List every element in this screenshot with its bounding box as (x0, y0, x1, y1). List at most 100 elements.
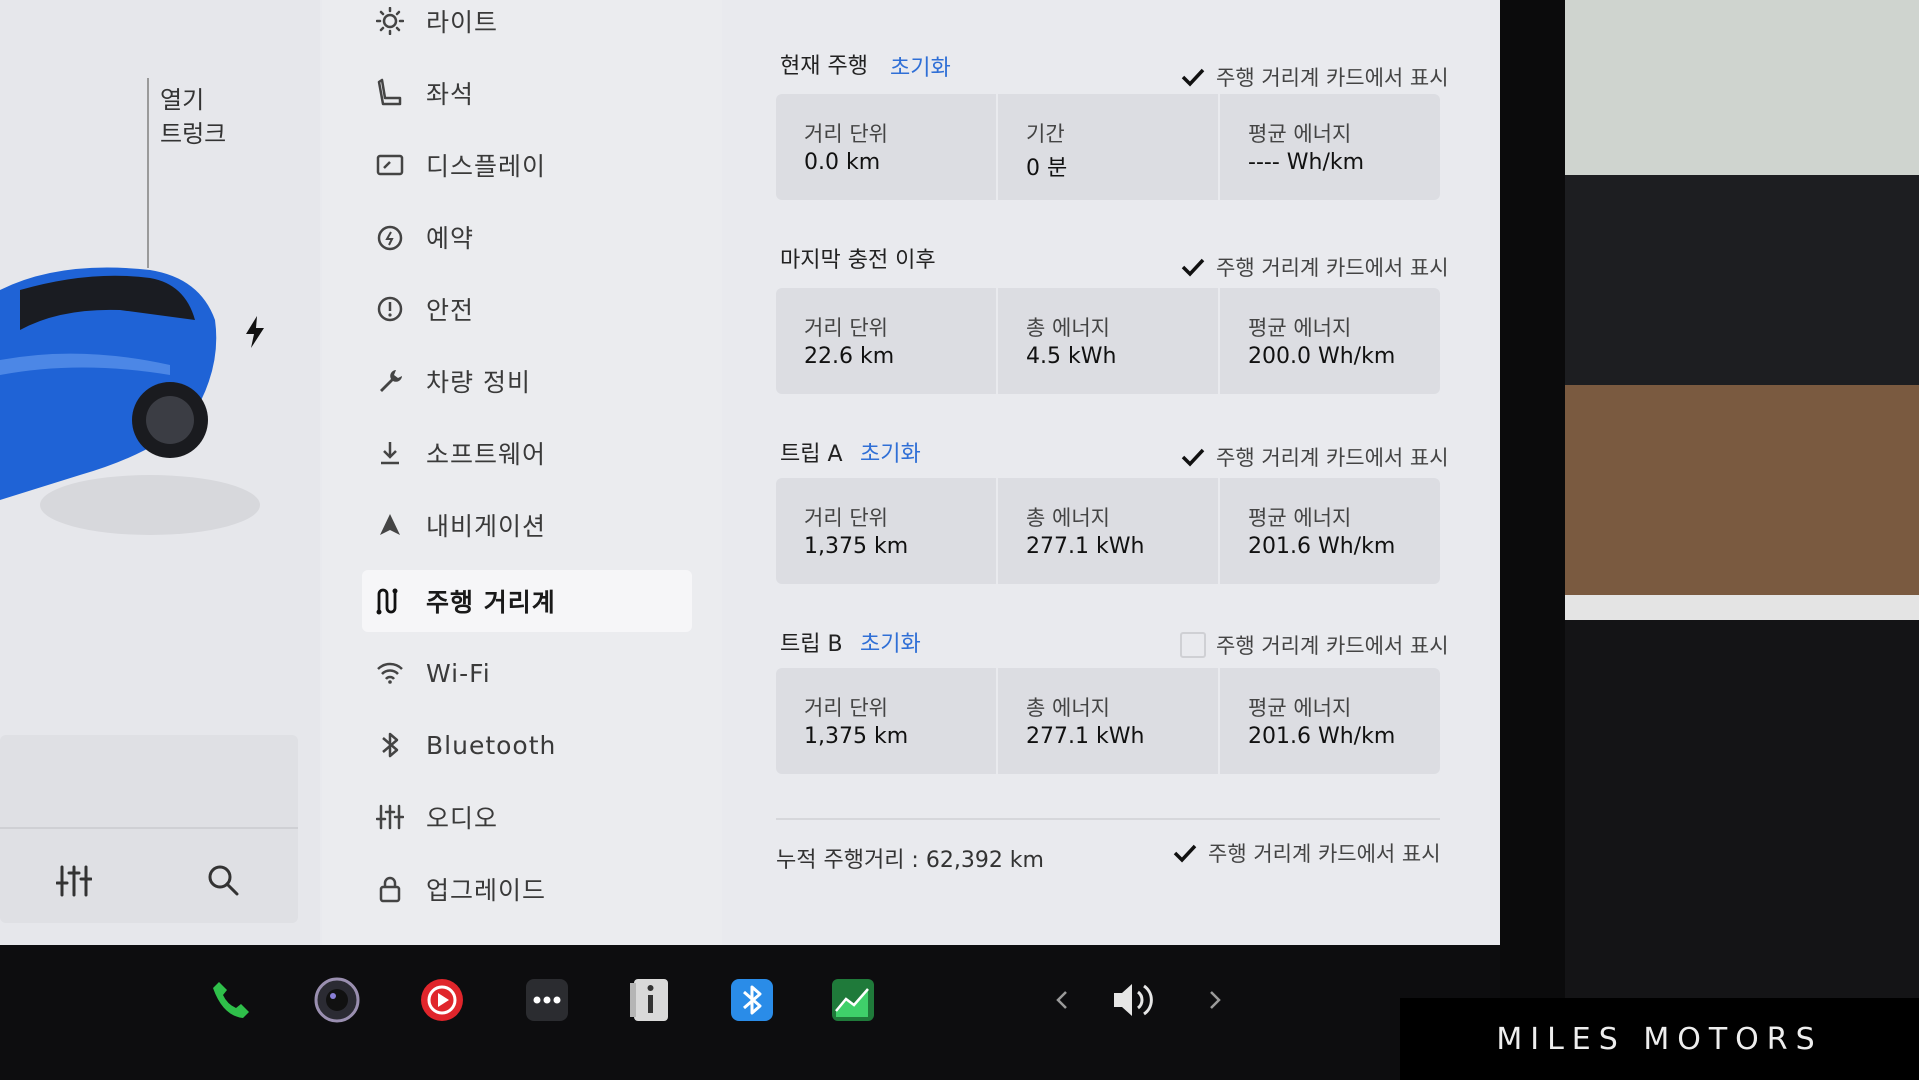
dashboard-trim (1565, 595, 1919, 620)
menu-item-navigation[interactable]: 내비게이션 (362, 494, 692, 556)
download-icon (372, 435, 408, 471)
trunk-label[interactable]: 트렁크 (160, 114, 226, 149)
more-apps-icon[interactable] (522, 975, 572, 1025)
stat-value: 277.1 kWh (1026, 724, 1145, 749)
menu-item-label: Bluetooth (426, 730, 557, 760)
stat-total-energy: 총 에너지 4.5 kWh (998, 288, 1220, 394)
dashboard-vent (1565, 175, 1919, 385)
stat-label: 총 에너지 (1026, 316, 1110, 340)
volume-down-icon[interactable] (1037, 975, 1087, 1025)
menu-item-label: 차량 정비 (426, 368, 531, 397)
menu-item-label: 내비게이션 (426, 512, 547, 541)
trip-b-stats: 거리 단위 1,375 km 총 에너지 277.1 kWh 평균 에너지 20… (776, 668, 1440, 774)
stat-value: 22.6 km (804, 344, 895, 369)
menu-item-trips[interactable]: 주행 거리계 (362, 570, 692, 632)
stat-value: 201.6 Wh/km (1248, 724, 1396, 749)
odometer-show-toggle[interactable]: 주행 거리계 카드에서 표시 (1172, 838, 1441, 868)
menu-item-schedule[interactable]: 예약 (362, 206, 692, 268)
watermark: MILES MOTORS (1400, 998, 1919, 1080)
phone-icon[interactable] (206, 975, 256, 1025)
media-player-icon[interactable] (417, 975, 467, 1025)
quick-controls-panel (0, 735, 298, 923)
volume-up-icon[interactable] (1190, 975, 1240, 1025)
current-drive-reset-button[interactable]: 초기화 (890, 50, 951, 82)
checkbox-checked-icon[interactable] (1180, 444, 1206, 470)
checkbox-checked-icon[interactable] (1172, 840, 1198, 866)
wrench-icon (372, 363, 408, 399)
controls-icon[interactable] (56, 863, 92, 899)
menu-item-lights[interactable]: 라이트 (362, 0, 692, 52)
show-on-card-label: 주행 거리계 카드에서 표시 (1216, 66, 1449, 90)
energy-app-icon[interactable] (828, 975, 878, 1025)
audio-icon (372, 799, 408, 835)
stat-avg-energy: 평균 에너지 ---- Wh/km (1220, 94, 1440, 200)
stat-distance: 거리 단위 1,375 km (776, 668, 998, 774)
camera-icon[interactable] (312, 975, 362, 1025)
trip-b-show-toggle[interactable]: 주행 거리계 카드에서 표시 (1180, 630, 1449, 660)
stat-distance: 거리 단위 0.0 km (776, 94, 998, 200)
trip-a-show-toggle[interactable]: 주행 거리계 카드에서 표시 (1180, 442, 1449, 472)
checkbox-checked-icon[interactable] (1180, 254, 1206, 280)
seat-icon (372, 75, 408, 111)
windshield-area (1565, 0, 1919, 175)
trip-a-title: 트립 A (780, 442, 843, 467)
volume-icon[interactable] (1110, 975, 1160, 1025)
menu-item-software[interactable]: 소프트웨어 (362, 422, 692, 484)
car-interior-background (1565, 0, 1919, 1080)
stat-label: 거리 단위 (804, 696, 888, 720)
menu-item-audio[interactable]: 오디오 (362, 786, 692, 848)
menu-item-service[interactable]: 차량 정비 (362, 350, 692, 412)
stat-label: 평균 에너지 (1248, 122, 1352, 146)
trip-b-title: 트립 B (780, 632, 843, 657)
trunk-indicator-line (147, 78, 149, 268)
navigation-icon (372, 507, 408, 543)
show-on-card-label: 주행 거리계 카드에서 표시 (1216, 634, 1449, 658)
trips-icon (372, 583, 408, 619)
trips-panel: 현재 주행 초기화 주행 거리계 카드에서 표시 거리 단위 0.0 km 기간… (760, 0, 1500, 945)
quick-panel-divider (0, 827, 298, 829)
menu-item-bluetooth[interactable]: Bluetooth (362, 714, 692, 776)
wood-trim (1565, 385, 1919, 595)
current-drive-stats: 거리 단위 0.0 km 기간 0 분 평균 에너지 ---- Wh/km (776, 94, 1440, 200)
search-icon[interactable] (206, 863, 240, 897)
menu-item-seats[interactable]: 좌석 (362, 62, 692, 124)
trip-b-reset-button[interactable]: 초기화 (860, 626, 921, 658)
show-on-card-label: 주행 거리계 카드에서 표시 (1208, 842, 1441, 866)
stat-total-energy: 총 에너지 277.1 kWh (998, 668, 1220, 774)
menu-item-label: 좌석 (426, 80, 475, 109)
stat-duration: 기간 0 분 (998, 94, 1220, 200)
menu-item-label: 예약 (426, 224, 475, 253)
menu-item-label: Wi-Fi (426, 658, 491, 688)
stat-value: 200.0 Wh/km (1248, 344, 1396, 369)
stat-label: 평균 에너지 (1248, 696, 1352, 720)
light-icon (372, 3, 408, 39)
stat-value: 4.5 kWh (1026, 344, 1117, 369)
since-charge-stats: 거리 단위 22.6 km 총 에너지 4.5 kWh 평균 에너지 200.0… (776, 288, 1440, 394)
trunk-open-button[interactable]: 열기 (160, 80, 204, 115)
stat-avg-energy: 평균 에너지 201.6 Wh/km (1220, 668, 1440, 774)
menu-item-wifi[interactable]: Wi-Fi (362, 642, 692, 704)
schedule-icon (372, 219, 408, 255)
taskbar (0, 945, 1500, 1080)
bluetooth-app-icon[interactable] (727, 975, 777, 1025)
bluetooth-icon (372, 727, 408, 763)
checkbox-checked-icon[interactable] (1180, 64, 1206, 90)
current-drive-title: 현재 주행 (780, 54, 868, 79)
trip-a-stats: 거리 단위 1,375 km 총 에너지 277.1 kWh 평균 에너지 20… (776, 478, 1440, 584)
trip-a-reset-button[interactable]: 초기화 (860, 436, 921, 468)
checkbox-unchecked-icon[interactable] (1180, 632, 1206, 658)
stat-value: 1,375 km (804, 724, 909, 749)
menu-item-label: 안전 (426, 296, 475, 325)
odometer-divider (776, 818, 1440, 820)
menu-item-label: 주행 거리계 (426, 588, 556, 617)
menu-item-safety[interactable]: 안전 (362, 278, 692, 340)
manual-icon[interactable] (625, 975, 675, 1025)
stat-distance: 거리 단위 1,375 km (776, 478, 998, 584)
lock-icon (372, 871, 408, 907)
current-drive-show-toggle[interactable]: 주행 거리계 카드에서 표시 (1180, 62, 1449, 92)
menu-item-upgrades[interactable]: 업그레이드 (362, 858, 692, 920)
stat-label: 평균 에너지 (1248, 316, 1352, 340)
menu-item-display[interactable]: 디스플레이 (362, 134, 692, 196)
since-charge-show-toggle[interactable]: 주행 거리계 카드에서 표시 (1180, 252, 1449, 282)
stat-label: 거리 단위 (804, 316, 888, 340)
